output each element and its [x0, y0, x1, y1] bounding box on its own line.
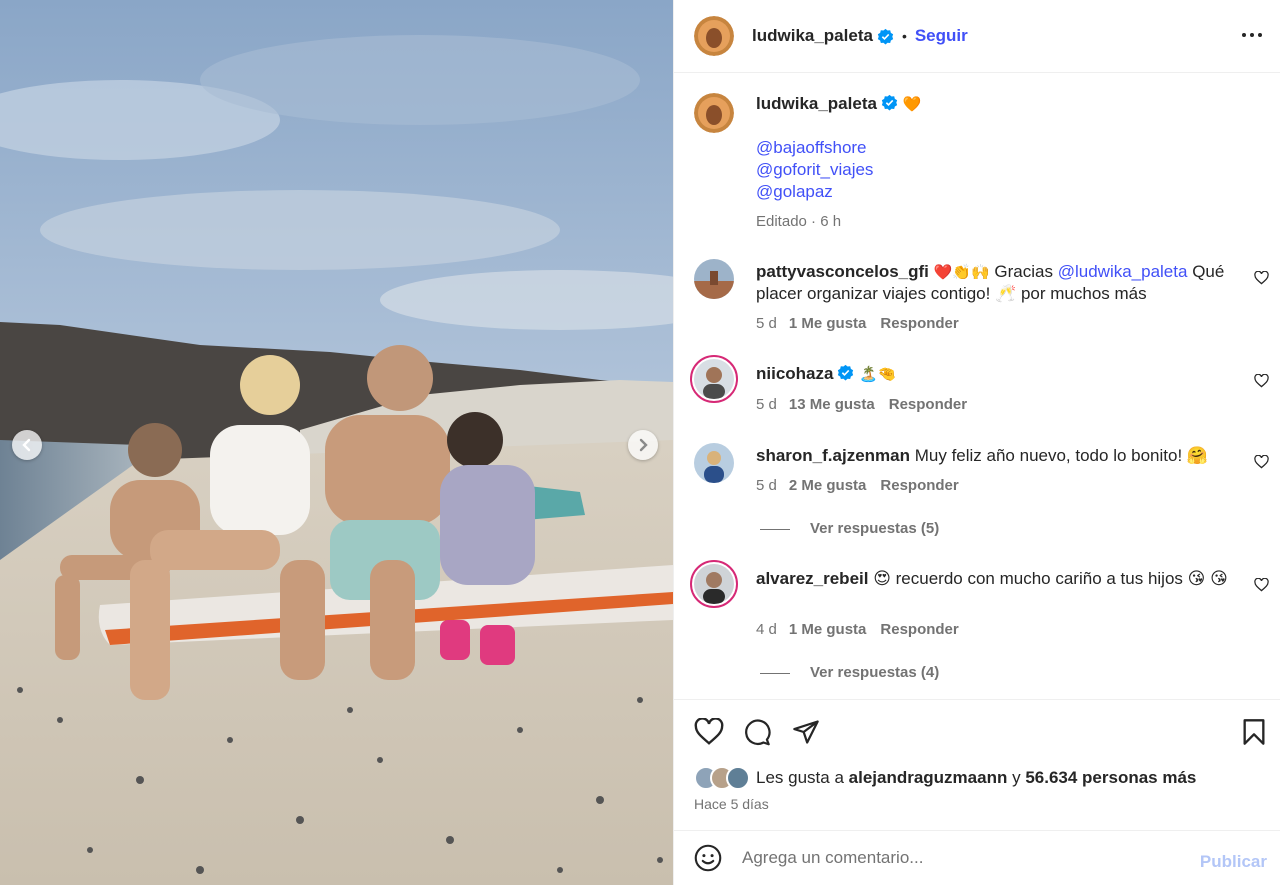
comment-emoji: ❤️👏🙌: [933, 263, 990, 281]
comment-likes[interactable]: 1 Me gusta: [789, 315, 867, 332]
avatar-image: [694, 359, 734, 399]
comment-meta: 5 d 1 Me gusta Responder: [756, 315, 959, 332]
comment-meta: 5 d 13 Me gusta Responder: [756, 396, 967, 413]
post-date[interactable]: Hace 5 días: [694, 796, 769, 812]
smiley-icon[interactable]: [694, 844, 722, 872]
comment-mention[interactable]: @ludwika_paleta: [1058, 262, 1188, 281]
instagram-post-view: ludwika_paleta • Seguir ludwika_paleta 🧡…: [0, 0, 1280, 885]
post-photo[interactable]: [0, 0, 673, 885]
caption-username[interactable]: ludwika_paleta: [756, 94, 877, 113]
comment-text: 🏝️🤏: [859, 365, 897, 383]
heart-icon[interactable]: [1254, 374, 1269, 388]
view-replies-label: Ver respuestas (4): [810, 664, 940, 681]
liker-username[interactable]: alejandraguzmaann: [849, 768, 1008, 788]
post-header: ludwika_paleta • Seguir: [674, 0, 1280, 73]
carousel-prev-button[interactable]: [12, 430, 42, 460]
post-sidebar: ludwika_paleta • Seguir ludwika_paleta 🧡…: [673, 0, 1280, 885]
replies-divider: [760, 528, 790, 530]
comment-item: pattyvasconcelos_gfi ❤️👏🙌 Gracias @ludwi…: [694, 259, 1269, 339]
comment-item: sharon_f.ajzenman Muy feliz año nuevo, t…: [694, 443, 1269, 543]
commenter-username[interactable]: alvarez_rebeil: [756, 569, 868, 588]
verified-badge-icon: [881, 94, 898, 111]
comment-item: niicohaza 🏝️🤏 5 d 13 Me gusta Responder: [690, 355, 1269, 418]
avatar-image: [694, 16, 734, 56]
likes-summary: Les gusta a alejandraguzmaann y 56.634 p…: [694, 766, 1196, 790]
commenter-username[interactable]: niicohaza: [756, 364, 833, 383]
beach-family-photo: [0, 0, 673, 885]
comment-meta: 5 d 2 Me gusta Responder: [756, 477, 959, 494]
comment-age: 4 d: [756, 621, 777, 638]
avatar-image: [694, 564, 734, 604]
view-replies-label: Ver respuestas (5): [810, 520, 940, 537]
caption-emoji: 🧡: [902, 95, 922, 113]
view-replies-button[interactable]: Ver respuestas (5): [760, 520, 939, 537]
follow-button[interactable]: Seguir: [915, 26, 968, 46]
heart-icon[interactable]: [1254, 455, 1269, 469]
comment-likes[interactable]: 13 Me gusta: [789, 396, 875, 413]
reply-button[interactable]: Responder: [880, 621, 958, 638]
likes-joiner: y: [1012, 768, 1021, 787]
caption-mention-bajaoffshore[interactable]: @bajaoffshore: [756, 137, 1236, 159]
reply-button[interactable]: Responder: [889, 396, 967, 413]
comment-age: 5 d: [756, 315, 777, 332]
more-horizontal-icon[interactable]: [1241, 24, 1263, 46]
commenter-username[interactable]: pattyvasconcelos_gfi: [756, 262, 929, 281]
comment-text: Muy feliz año nuevo, todo lo bonito! 🤗: [914, 446, 1209, 465]
liker-avatar: [726, 766, 750, 790]
comment-input[interactable]: [742, 848, 1172, 868]
avatar-image: [694, 443, 734, 483]
caption-mention-golapaz[interactable]: @golapaz: [756, 181, 1236, 203]
heart-icon[interactable]: [1254, 578, 1269, 592]
header-separator: •: [901, 28, 907, 44]
comment-text: 😍 recuerdo con mucho cariño a tus hijos …: [873, 569, 1228, 588]
caption: ludwika_paleta 🧡 @bajaoffshore @goforit_…: [694, 93, 1269, 233]
reply-button[interactable]: Responder: [880, 315, 958, 332]
comment-age: 5 d: [756, 396, 777, 413]
comment-item: alvarez_rebeil 😍 recuerdo con mucho cari…: [690, 560, 1269, 693]
caption-author-avatar[interactable]: [694, 93, 734, 133]
bookmark-icon[interactable]: [1242, 718, 1266, 746]
commenter-username[interactable]: sharon_f.ajzenman: [756, 446, 910, 465]
comment-text: Gracias: [994, 262, 1053, 281]
comment-bubble-icon[interactable]: [743, 718, 771, 746]
verified-badge-icon: [877, 28, 894, 44]
commenter-avatar[interactable]: [690, 355, 738, 403]
likers-avatars[interactable]: [694, 766, 750, 790]
comment-age: 5 d: [756, 477, 777, 494]
heart-icon[interactable]: [1254, 271, 1269, 285]
commenter-avatar[interactable]: [690, 560, 738, 608]
replies-divider: [760, 672, 790, 674]
comment-likes[interactable]: 2 Me gusta: [789, 477, 867, 494]
likes-prefix: Les gusta a: [756, 768, 844, 787]
likes-count[interactable]: 56.634 personas más: [1025, 768, 1196, 788]
add-comment-bar: Publicar: [674, 830, 1280, 885]
chevron-right-icon: [639, 438, 648, 452]
avatar-image: [694, 259, 734, 299]
heart-icon[interactable]: [694, 718, 724, 746]
caption-mention-goforit[interactable]: @goforit_viajes: [756, 159, 1236, 181]
caption-meta: Editado · 6 h: [756, 213, 842, 230]
chevron-left-icon: [22, 438, 31, 452]
comment-meta: 4 d 1 Me gusta Responder: [756, 621, 959, 638]
reply-button[interactable]: Responder: [880, 477, 958, 494]
post-actions: Les gusta a alejandraguzmaann y 56.634 p…: [674, 699, 1280, 830]
paper-plane-icon[interactable]: [792, 718, 820, 746]
comments-list[interactable]: ludwika_paleta 🧡 @bajaoffshore @goforit_…: [674, 73, 1280, 699]
carousel-next-button[interactable]: [628, 430, 658, 460]
view-replies-button[interactable]: Ver respuestas (4): [760, 664, 939, 681]
avatar-image: [694, 93, 734, 133]
author-avatar[interactable]: [694, 16, 734, 56]
author-username[interactable]: ludwika_paleta: [752, 26, 873, 46]
verified-badge-icon: [838, 364, 854, 381]
commenter-avatar[interactable]: [694, 259, 734, 299]
commenter-avatar[interactable]: [694, 443, 734, 483]
comment-likes[interactable]: 1 Me gusta: [789, 621, 867, 638]
publish-button[interactable]: Publicar: [1200, 852, 1267, 872]
